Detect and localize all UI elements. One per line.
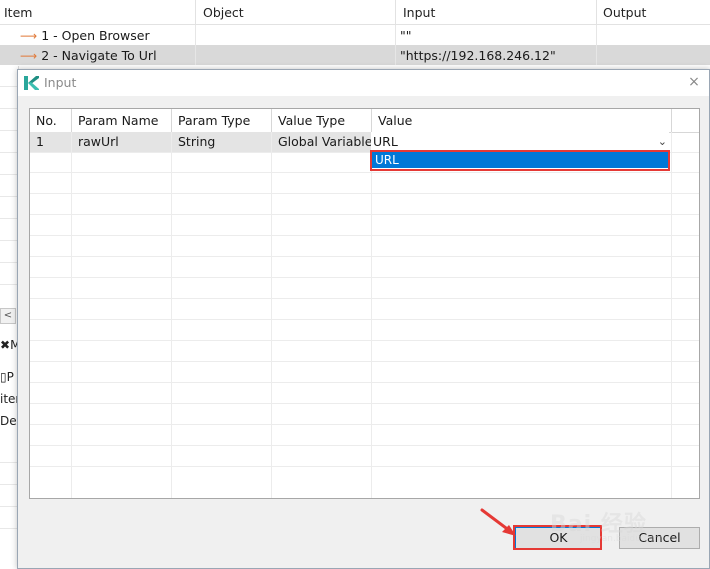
- grid-column-line: [671, 132, 672, 498]
- column-header-param-type[interactable]: Param Type: [172, 109, 272, 132]
- watermark-subtext: jingyan.baidu.com: [580, 534, 664, 544]
- grid-line: [0, 108, 18, 109]
- grid-line: [0, 484, 18, 485]
- grid-line: [0, 240, 18, 241]
- grid-header: No. Param Name Param Type Value Type Val…: [30, 109, 699, 133]
- column-header-item[interactable]: Item: [0, 0, 196, 24]
- output-cell: [597, 25, 710, 45]
- grid-row-line: [30, 466, 699, 467]
- column-header-no[interactable]: No.: [30, 109, 72, 132]
- background-fragment: ▯P: [0, 370, 14, 384]
- grid-row-line: [30, 382, 699, 383]
- chevron-down-icon[interactable]: ⌄: [658, 132, 667, 152]
- grid-column-line: [171, 132, 172, 498]
- input-cell: "https://192.168.246.12": [396, 45, 597, 65]
- column-header-input[interactable]: Input: [396, 0, 597, 24]
- grid-line: [0, 284, 18, 285]
- close-icon[interactable]: ×: [685, 73, 703, 91]
- grid-line: [0, 528, 18, 529]
- column-header-value[interactable]: Value: [372, 109, 672, 132]
- dialog-titlebar[interactable]: Input ×: [18, 70, 709, 96]
- grid-column-line: [271, 132, 272, 498]
- grid-row-line: [30, 193, 699, 194]
- grid-line: [0, 196, 18, 197]
- object-cell: [196, 25, 396, 45]
- grid-row-line: [30, 445, 699, 446]
- grid-line: [0, 174, 18, 175]
- grid-row-line: [30, 403, 699, 404]
- grid-row-line: [30, 298, 699, 299]
- grid-line: [0, 262, 18, 263]
- background-table: Item Object Input Output ⟶ 1 - Open Brows…: [0, 0, 710, 66]
- grid-line: [0, 86, 18, 87]
- grid-column-line: [71, 132, 72, 498]
- object-cell: [196, 45, 396, 65]
- pin-icon: ✖: [0, 338, 11, 352]
- grid-row-line: [30, 319, 699, 320]
- grid-line: [0, 462, 18, 463]
- grid-row-line: [30, 424, 699, 425]
- katalon-logo-icon: [23, 75, 39, 91]
- table-row[interactable]: ⟶ 1 - Open Browser "": [0, 25, 710, 45]
- background-fragment: ✖M: [0, 338, 18, 352]
- step-x-icon: ⟶: [20, 29, 38, 43]
- column-header-output[interactable]: Output: [597, 0, 710, 24]
- grid-line: [0, 506, 18, 507]
- grid-row-line: [30, 277, 699, 278]
- input-dialog: Input × No. Param Name Param Type Value …: [17, 69, 710, 569]
- annotation-arrow-icon: [480, 508, 516, 536]
- item-label: 1 - Open Browser: [41, 28, 150, 43]
- item-cell: ⟶ 1 - Open Browser: [0, 25, 196, 45]
- baidu-watermark: Bai 经验 jingyan.baidu.com: [540, 502, 700, 550]
- grid-row-line: [30, 214, 699, 215]
- grid-line: [0, 152, 18, 153]
- dropdown-highlight-box: [370, 150, 670, 171]
- input-cell: "": [396, 25, 597, 45]
- document-icon: ▯: [0, 370, 7, 384]
- item-label: 2 - Navigate To Url: [41, 48, 157, 63]
- grid-row-line: [30, 172, 699, 173]
- column-header-value-type[interactable]: Value Type: [272, 109, 372, 132]
- grid-row-line: [30, 256, 699, 257]
- item-cell: ⟶ 2 - Navigate To Url: [0, 45, 196, 65]
- scroll-left-button[interactable]: <: [0, 308, 16, 324]
- grid-row-line: [30, 361, 699, 362]
- grid-row-line: [30, 235, 699, 236]
- grid-row-line: [30, 340, 699, 341]
- column-header-param-name[interactable]: Param Name: [72, 109, 172, 132]
- grid-column-line: [371, 132, 372, 498]
- background-fragment: iter: [0, 392, 18, 406]
- value-combobox[interactable]: URL ⌄: [371, 132, 669, 152]
- step-x-icon: ⟶: [20, 49, 38, 63]
- grid-line: [0, 218, 18, 219]
- grid-line: [0, 130, 18, 131]
- value-type-cell[interactable]: Global Variable: [272, 132, 372, 152]
- output-cell: [597, 45, 710, 65]
- background-table-header: Item Object Input Output: [0, 0, 710, 25]
- param-type-cell: String: [172, 132, 271, 152]
- param-name-cell: rawUrl: [72, 132, 171, 152]
- background-fragment: Des: [0, 414, 18, 428]
- column-header-object[interactable]: Object: [196, 0, 396, 24]
- dialog-title: Input: [44, 75, 77, 90]
- table-row[interactable]: ⟶ 2 - Navigate To Url "https://192.168.24…: [0, 45, 710, 65]
- value-combobox-text: URL: [373, 134, 398, 149]
- no-cell: 1: [30, 132, 71, 152]
